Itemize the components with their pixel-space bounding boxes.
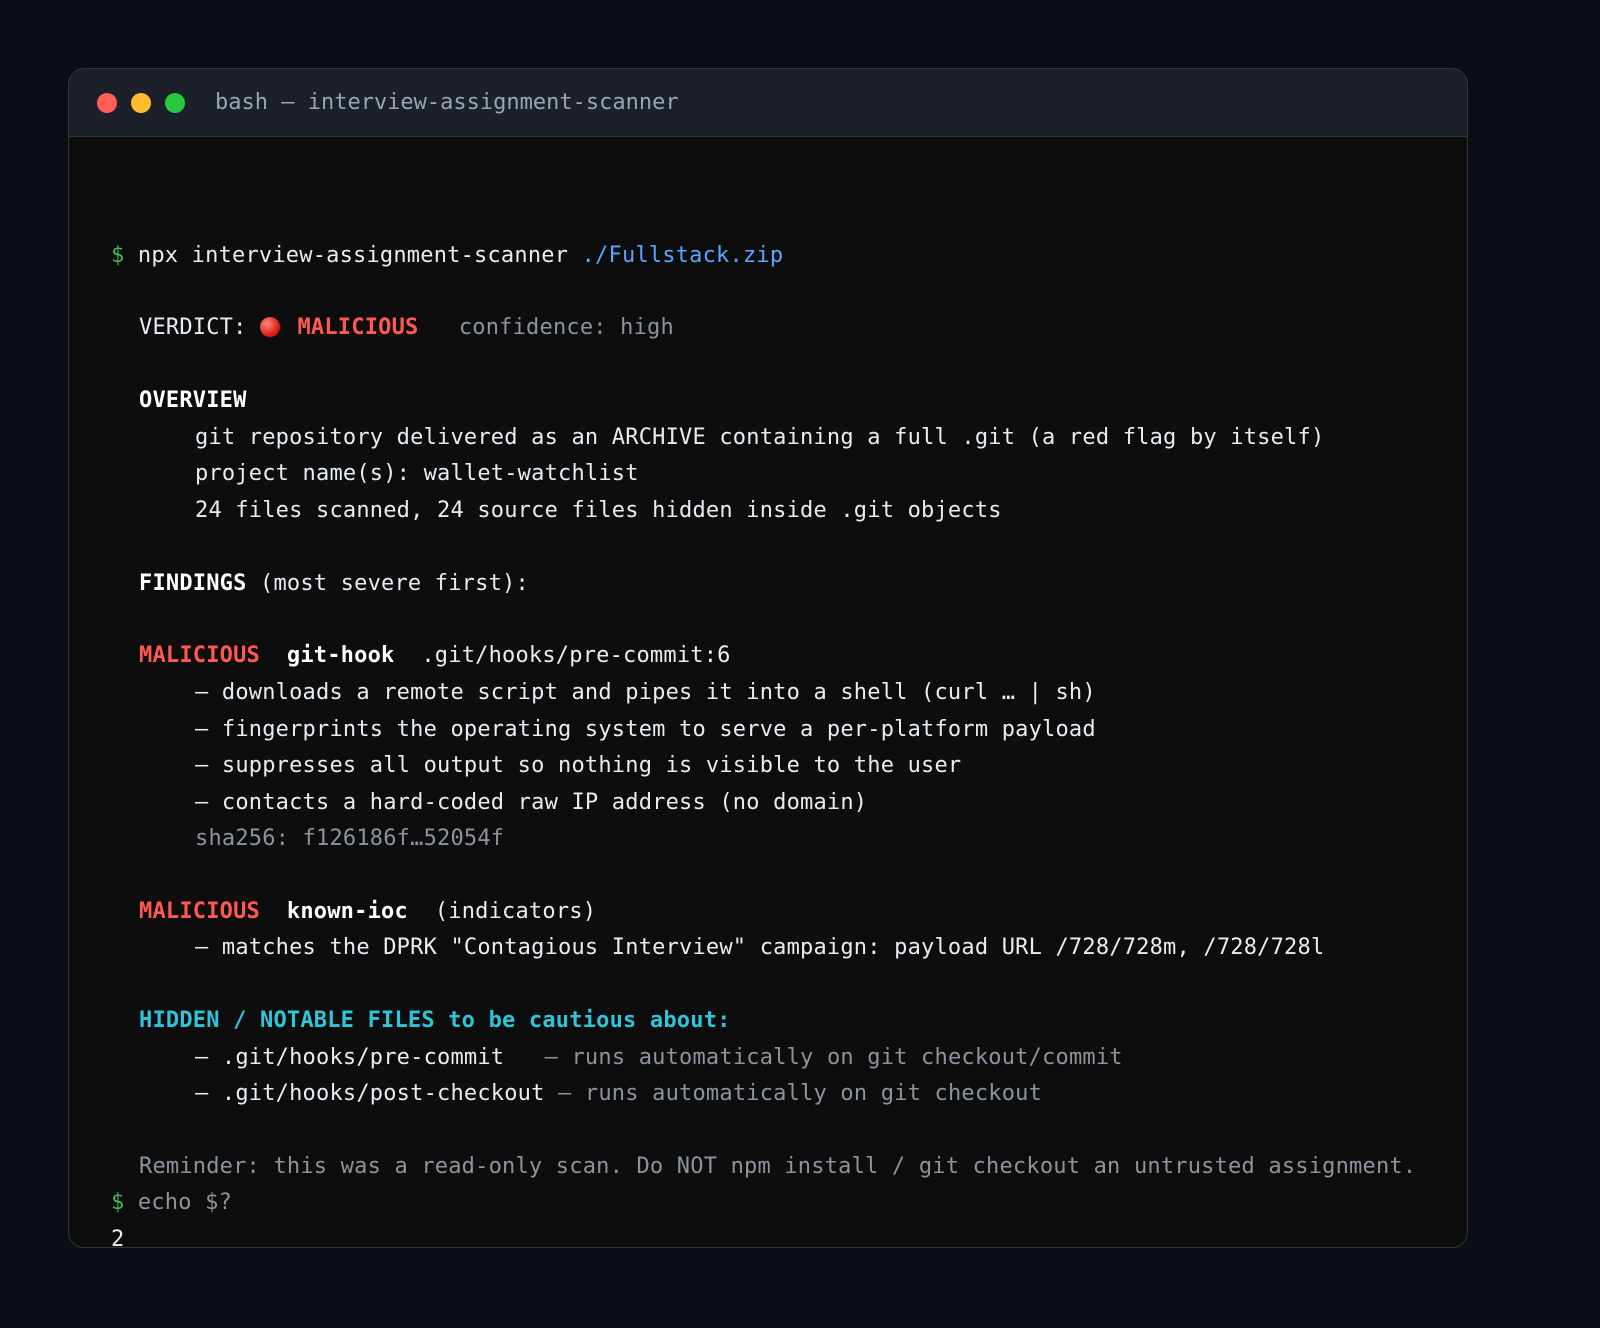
command-line: $ echo $?	[111, 1187, 232, 1219]
overview-line: project name(s): wallet-watchlist	[195, 461, 639, 486]
reminder-text: Reminder: this was a read-only scan. Do …	[139, 1154, 1417, 1179]
red-circle-icon	[260, 317, 281, 337]
finding-detail: – matches the DPRK "Contagious Interview…	[195, 935, 1325, 960]
prompt-symbol: $	[111, 243, 125, 268]
hidden-file-item: – .git/hooks/post-checkout – runs automa…	[111, 1078, 1042, 1110]
hidden-file-note: – runs automatically on git checkout	[558, 1081, 1043, 1106]
finding-severity: MALICIOUS	[139, 643, 261, 668]
findings-heading-line: FINDINGS (most severe first):	[111, 568, 529, 600]
hidden-file-note: – runs automatically on git checkout/com…	[544, 1045, 1123, 1070]
finding-header: MALICIOUS known-ioc (indicators)	[111, 896, 596, 928]
finding-detail: – fingerprints the operating system to s…	[195, 717, 1096, 742]
verdict-confidence: confidence: high	[458, 315, 674, 340]
hidden-file-path: – .git/hooks/post-checkout	[195, 1081, 545, 1106]
terminal-output[interactable]: $ npx interview-assignment-scanner ./Ful…	[111, 137, 1457, 1247]
finding-detail: – contacts a hard-coded raw IP address (…	[195, 790, 868, 815]
command-text: echo $?	[137, 1190, 233, 1215]
command-line: $ npx interview-assignment-scanner ./Ful…	[111, 240, 783, 272]
command-text: npx interview-assignment-scanner	[137, 243, 569, 268]
verdict-line: VERDICT: MALICIOUS confidence: high	[111, 312, 674, 344]
overview-heading: OVERVIEW	[139, 388, 247, 413]
finding-hash: sha256: f126186f…52054f	[195, 826, 505, 851]
command-argument: ./Fullstack.zip	[581, 243, 784, 268]
hidden-file-path: – .git/hooks/pre-commit	[195, 1045, 505, 1070]
finding-detail: – suppresses all output so nothing is vi…	[195, 753, 962, 778]
findings-subheading: (most severe first):	[246, 571, 529, 596]
hidden-files-heading: HIDDEN / NOTABLE FILES to be cautious ab…	[139, 1008, 731, 1033]
prompt-symbol: $	[111, 1190, 125, 1215]
window-title: bash — interview-assignment-scanner	[215, 90, 679, 115]
close-button[interactable]	[97, 92, 117, 113]
verdict-label: VERDICT:	[139, 315, 247, 340]
finding-header: MALICIOUS git-hook .git/hooks/pre-commit…	[111, 640, 731, 672]
finding-location: .git/hooks/pre-commit:6	[421, 643, 731, 668]
minimize-button[interactable]	[131, 92, 151, 113]
title-bar: bash — interview-assignment-scanner	[69, 69, 1467, 137]
verdict-value: MALICIOUS	[297, 315, 419, 340]
finding-location: (indicators)	[434, 899, 597, 924]
exit-code-output: 2	[111, 1227, 125, 1248]
overview-line: 24 files scanned, 24 source files hidden…	[195, 498, 1002, 523]
finding-rule: known-ioc	[286, 899, 408, 924]
finding-rule: git-hook	[286, 643, 395, 668]
finding-detail: – downloads a remote script and pipes it…	[195, 680, 1096, 705]
terminal-window: bash — interview-assignment-scanner $ np…	[68, 68, 1468, 1248]
hidden-file-item: – .git/hooks/pre-commit – runs automatic…	[111, 1042, 1123, 1074]
maximize-button[interactable]	[165, 92, 185, 113]
overview-line: git repository delivered as an ARCHIVE c…	[195, 425, 1325, 450]
findings-heading: FINDINGS	[139, 571, 247, 596]
finding-severity: MALICIOUS	[139, 899, 261, 924]
